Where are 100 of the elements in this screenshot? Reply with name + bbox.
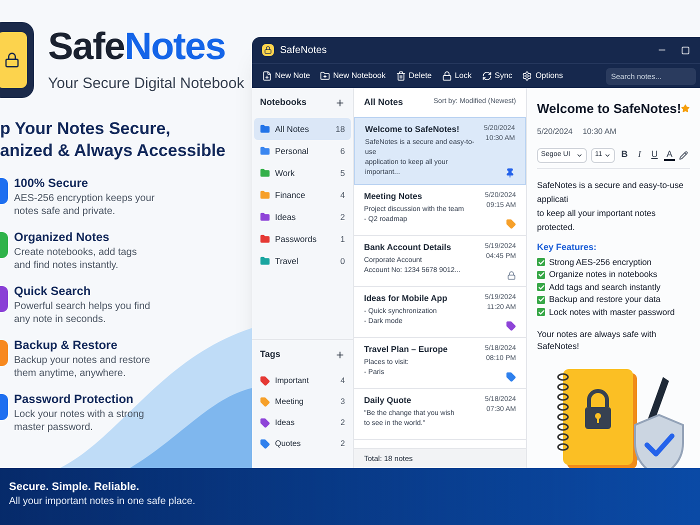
checklist-text: Lock notes with master password <box>549 306 675 319</box>
toolbar-button[interactable]: Sync <box>482 70 512 82</box>
notebook-name: Finance <box>275 188 306 202</box>
brand-name: SafeNotes <box>48 24 226 69</box>
app-logo-icon <box>0 22 34 98</box>
feature-description: Lock your notes with a strong master password. <box>14 408 146 434</box>
format-button[interactable]: B <box>619 148 630 162</box>
format-button[interactable]: U <box>649 148 660 162</box>
note-heading: Welcome to SafeNotes! <box>537 100 682 118</box>
tag-name: Quotes <box>275 438 301 450</box>
notebook-count: 0 <box>340 254 345 268</box>
checklist-text: Backup and restore your data <box>549 293 661 306</box>
toolbar-button[interactable]: New Note <box>262 70 310 82</box>
toolbar-icon <box>262 71 272 81</box>
notebook-count: 6 <box>340 144 345 158</box>
tag-count: 3 <box>340 396 345 408</box>
checklist-text: Strong AES-256 encryption <box>549 256 652 269</box>
app-lock-icon <box>262 44 274 56</box>
notebook-name: Travel <box>275 254 298 268</box>
add-icon[interactable] <box>335 350 345 360</box>
feature-title: 100% Secure <box>14 176 90 191</box>
notebook-name: Ideas <box>275 210 296 224</box>
notebook-name: Passwords <box>275 232 317 246</box>
tag-count: 4 <box>340 374 345 386</box>
toolbar-button[interactable]: New Notebook <box>320 70 386 82</box>
format-button[interactable]: A <box>664 149 675 161</box>
toolbar-icon <box>320 71 330 81</box>
notebook-count: 1 <box>340 232 345 246</box>
toolbar-icon <box>396 71 406 81</box>
notebook-count: 2 <box>340 210 345 224</box>
checkbox[interactable] <box>537 296 545 304</box>
toolbar-icon <box>522 71 532 81</box>
feature-title: Quick Search <box>14 284 92 299</box>
footer-slogan: Secure. Simple. Reliable. <box>9 480 140 494</box>
tag-name: Important <box>275 374 309 386</box>
editor-time: 10:30 AM <box>582 126 616 138</box>
maximize-icon[interactable] <box>681 46 690 54</box>
notebook-item[interactable]: Passwords 1 <box>254 228 351 250</box>
caret-icon <box>576 152 583 158</box>
checkbox[interactable] <box>537 270 545 279</box>
toolbar-button[interactable]: Delete <box>396 70 432 82</box>
body-text: to keep all your important notes protected. <box>537 206 657 234</box>
window-title: SafeNotes <box>280 44 327 58</box>
pin-icon <box>505 168 515 178</box>
tag-item[interactable]: Ideas 2 <box>254 412 351 433</box>
tag-name: Meeting <box>275 396 304 408</box>
feature-title: Backup & Restore <box>14 338 118 353</box>
brand-tagline: Your Secure Digital Notebook <box>48 74 244 94</box>
pencil-icon[interactable] <box>679 150 688 160</box>
checkbox[interactable] <box>537 308 545 316</box>
toolbar-icon <box>442 71 452 81</box>
section-title: Tags <box>260 348 280 362</box>
format-button[interactable]: I <box>634 148 645 162</box>
headline-text: p Your Notes Secure, <box>0 118 172 140</box>
checklist-text: Organize notes in notebooks <box>549 268 658 282</box>
add-icon[interactable] <box>335 98 345 108</box>
tag-count: 2 <box>340 416 345 428</box>
toolbar-button[interactable]: Lock <box>442 70 472 82</box>
footer-subtitle: All your important notes in one safe place. <box>9 495 196 509</box>
headline-text: anized & Always Accessible <box>0 140 227 162</box>
star-icon[interactable] <box>681 103 690 114</box>
feature-title: Password Protection <box>14 392 134 407</box>
notebook-item[interactable]: Work 5 <box>254 162 351 184</box>
tag-item[interactable]: Important 4 <box>254 370 351 391</box>
tag-name: Ideas <box>275 416 295 428</box>
note-title: Meeting Notes <box>364 191 424 202</box>
notebook-name: All Notes <box>275 122 310 136</box>
note-title: Ideas for Mobile App <box>364 293 448 304</box>
notebook-count: 18 <box>336 122 345 136</box>
note-title: Travel Plan – Europe <box>364 344 449 355</box>
checklist-text: Add tags and search instantly <box>549 280 661 294</box>
note-title: Welcome to SafeNotes! <box>365 124 460 135</box>
notebook-item[interactable]: All Notes 18 <box>254 118 351 140</box>
feature-description: Create notebooks, add tags and find notes instantly. <box>14 246 138 272</box>
notebook-name: Work <box>275 166 295 180</box>
feature-description: AES-256 encryption keeps your notes safe and private. <box>14 192 156 218</box>
tag-item[interactable]: Quotes 2 <box>254 433 351 454</box>
checkbox[interactable] <box>537 258 545 266</box>
toolbar-button[interactable]: Options <box>522 70 564 82</box>
body-text: Your notes are always safe with SafeNotes! <box>537 328 658 353</box>
caret-icon <box>604 152 611 158</box>
notebook-count: 4 <box>340 188 345 202</box>
notebook-item[interactable]: Ideas 2 <box>254 206 351 228</box>
tag-item[interactable]: Meeting 3 <box>254 391 351 412</box>
notebook-item[interactable]: Personal 6 <box>254 140 351 162</box>
feature-description: Backup your notes and restore them anytime, anywhere. <box>14 354 152 380</box>
notebook-count: 5 <box>340 166 345 180</box>
checkbox[interactable] <box>537 283 545 292</box>
note-title: Daily Quote <box>364 395 412 406</box>
notebook-item[interactable]: Finance 4 <box>254 184 351 206</box>
notebook-item[interactable]: Travel 0 <box>254 250 351 272</box>
editor-date: 5/20/2024 <box>537 126 573 138</box>
section-heading: Key Features: <box>537 240 598 254</box>
notebook-name: Personal <box>275 144 309 158</box>
feature-description: Powerful search helps you find any note in seconds. <box>14 300 152 326</box>
tag-count: 2 <box>340 438 345 450</box>
feature-title: Organized Notes <box>14 230 110 245</box>
section-title: Notebooks <box>260 96 307 110</box>
note-title: Bank Account Details <box>364 242 452 253</box>
lock-icon <box>507 271 516 280</box>
